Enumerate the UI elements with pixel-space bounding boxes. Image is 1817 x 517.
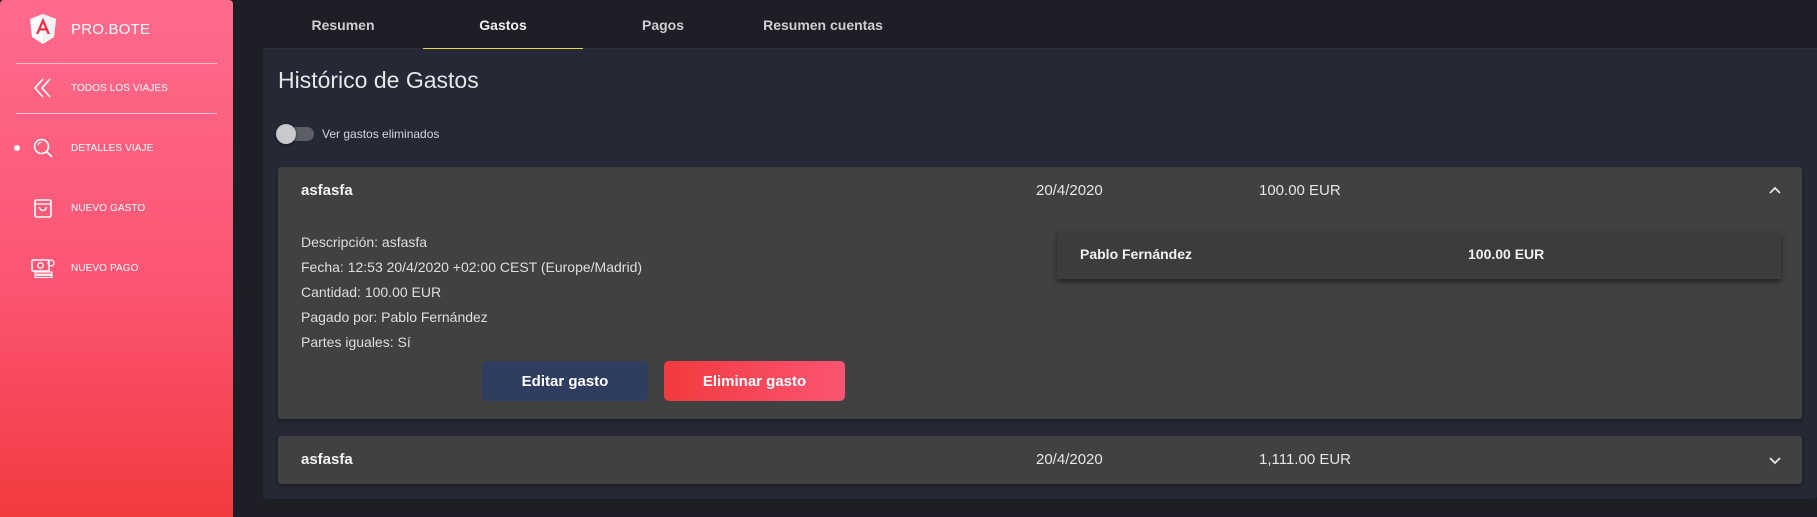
expense-panel-header[interactable]: asfasfa 20/4/2020 100.00 EUR bbox=[278, 167, 1802, 214]
sidebar-item-nuevo-gasto[interactable]: NUEVO GASTO bbox=[0, 188, 233, 228]
expense-details: Descripción: asfasfa Fecha: 12:53 20/4/2… bbox=[301, 230, 642, 355]
tab-resumen-cuentas[interactable]: Resumen cuentas bbox=[743, 0, 903, 49]
page-title: Histórico de Gastos bbox=[278, 67, 479, 93]
sidebar-item-label: NUEVO GASTO bbox=[71, 202, 146, 214]
delete-expense-button[interactable]: Eliminar gasto bbox=[664, 361, 845, 401]
tab-label: Gastos bbox=[479, 16, 527, 33]
payer-amount: 100.00 EUR bbox=[1468, 246, 1545, 262]
tab-label: Resumen cuentas bbox=[763, 16, 883, 33]
active-indicator bbox=[14, 145, 20, 151]
tab-gastos[interactable]: Gastos bbox=[423, 0, 583, 50]
expense-amount: 1,111.00 EUR bbox=[1259, 451, 1351, 468]
sidebar-item-nuevo-pago[interactable]: NUEVO PAGO bbox=[0, 248, 233, 288]
detail-date: Fecha: 12:53 20/4/2020 +02:00 CEST (Euro… bbox=[301, 259, 643, 275]
sidebar-item-label: NUEVO PAGO bbox=[71, 262, 139, 274]
expense-date: 20/4/2020 bbox=[1036, 182, 1103, 199]
money-icon bbox=[30, 255, 56, 281]
tab-label: Pagos bbox=[641, 16, 684, 33]
expense-name: asfasfa bbox=[301, 182, 353, 199]
sidebar-item-todos-los-viajes[interactable]: TODOS LOS VIAJES bbox=[0, 68, 233, 108]
detail-equal-parts: Partes iguales: Sí bbox=[301, 334, 411, 350]
search-icon bbox=[30, 135, 56, 161]
double-chevron-left-icon bbox=[30, 75, 56, 101]
sidebar-item-label: DETALLES VIAJE bbox=[71, 142, 154, 154]
expense-amount: 100.00 EUR bbox=[1259, 182, 1341, 199]
tab-pagos[interactable]: Pagos bbox=[583, 0, 743, 49]
payer-row: Pablo Fernández 100.00 EUR bbox=[1057, 231, 1781, 279]
deleted-expenses-toggle[interactable]: Ver gastos eliminados bbox=[276, 124, 440, 144]
sidebar-item-label: TODOS LOS VIAJES bbox=[71, 82, 169, 94]
tab-label: Resumen bbox=[311, 16, 375, 33]
toggle-switch[interactable] bbox=[276, 124, 314, 144]
chevron-down-icon[interactable] bbox=[1768, 454, 1782, 468]
expense-panel: asfasfa 20/4/2020 1,111.00 EUR bbox=[278, 436, 1802, 484]
toggle-label: Ver gastos eliminados bbox=[322, 127, 440, 141]
expense-date: 20/4/2020 bbox=[1036, 451, 1103, 468]
angular-logo-icon bbox=[30, 14, 56, 44]
detail-description: Descripción: asfasfa bbox=[301, 234, 428, 250]
sidebar-divider bbox=[16, 113, 217, 114]
detail-paid-by: Pagado por: Pablo Fernández bbox=[301, 309, 488, 325]
brand[interactable]: PRO.BOTE bbox=[30, 14, 150, 44]
chevron-up-icon[interactable] bbox=[1768, 183, 1782, 197]
payer-name: Pablo Fernández bbox=[1080, 246, 1193, 262]
edit-expense-button[interactable]: Editar gasto bbox=[482, 361, 648, 401]
sidebar-divider bbox=[16, 63, 217, 64]
sidebar: PRO.BOTE TODOS LOS VIAJES DETALLES VIAJE bbox=[0, 0, 233, 517]
tab-bar: Resumen Gastos Pagos Resumen cuentas bbox=[263, 0, 1817, 50]
main-panel: Histórico de Gastos Ver gastos eliminado… bbox=[263, 49, 1817, 499]
expense-name: asfasfa bbox=[301, 451, 353, 468]
expense-panel-header[interactable]: asfasfa 20/4/2020 1,111.00 EUR bbox=[278, 436, 1802, 483]
shopping-bag-icon bbox=[30, 195, 56, 221]
brand-name: PRO.BOTE bbox=[71, 20, 151, 38]
sidebar-item-detalles-viaje[interactable]: DETALLES VIAJE bbox=[0, 128, 233, 168]
expense-panel: asfasfa 20/4/2020 100.00 EUR Descripción… bbox=[278, 167, 1802, 419]
detail-amount: Cantidad: 100.00 EUR bbox=[301, 284, 442, 300]
tab-resumen[interactable]: Resumen bbox=[263, 0, 423, 49]
toggle-knob[interactable] bbox=[276, 124, 296, 144]
